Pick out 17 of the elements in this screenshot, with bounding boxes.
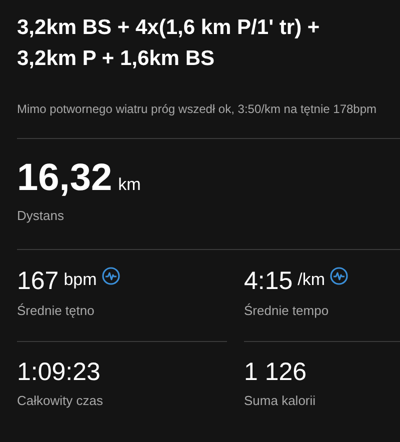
stat-value: 167 (17, 266, 59, 296)
stat-value: 4:15 (244, 266, 293, 296)
stat-value: 1 126 (244, 357, 307, 387)
stat-label: Średnie tempo (244, 303, 330, 318)
activity-description: Mimo potwornego wiatru próg wszedł ok, 3:50/km na tętnie 178bpm (17, 102, 378, 116)
stat-value: 1:09:23 (17, 357, 100, 387)
heartbeat-chart-icon[interactable] (102, 267, 120, 285)
distance-unit: km (118, 175, 141, 195)
stat-unit: bpm (64, 269, 97, 291)
heartbeat-chart-icon[interactable] (330, 267, 348, 285)
stat-label: Suma kalorii (244, 393, 317, 408)
stat-unit: /km (298, 269, 326, 291)
activity-title: 3,2km BS + 4x(1,6 km P/1' tr) + 3,2km P + 1,6km BS (17, 15, 321, 72)
distance-label: Dystans (17, 208, 65, 223)
stat-label: Średnie tętno (17, 303, 96, 318)
stat-label: Całkowity czas (17, 393, 104, 408)
distance-value: 16,32 (17, 157, 112, 200)
